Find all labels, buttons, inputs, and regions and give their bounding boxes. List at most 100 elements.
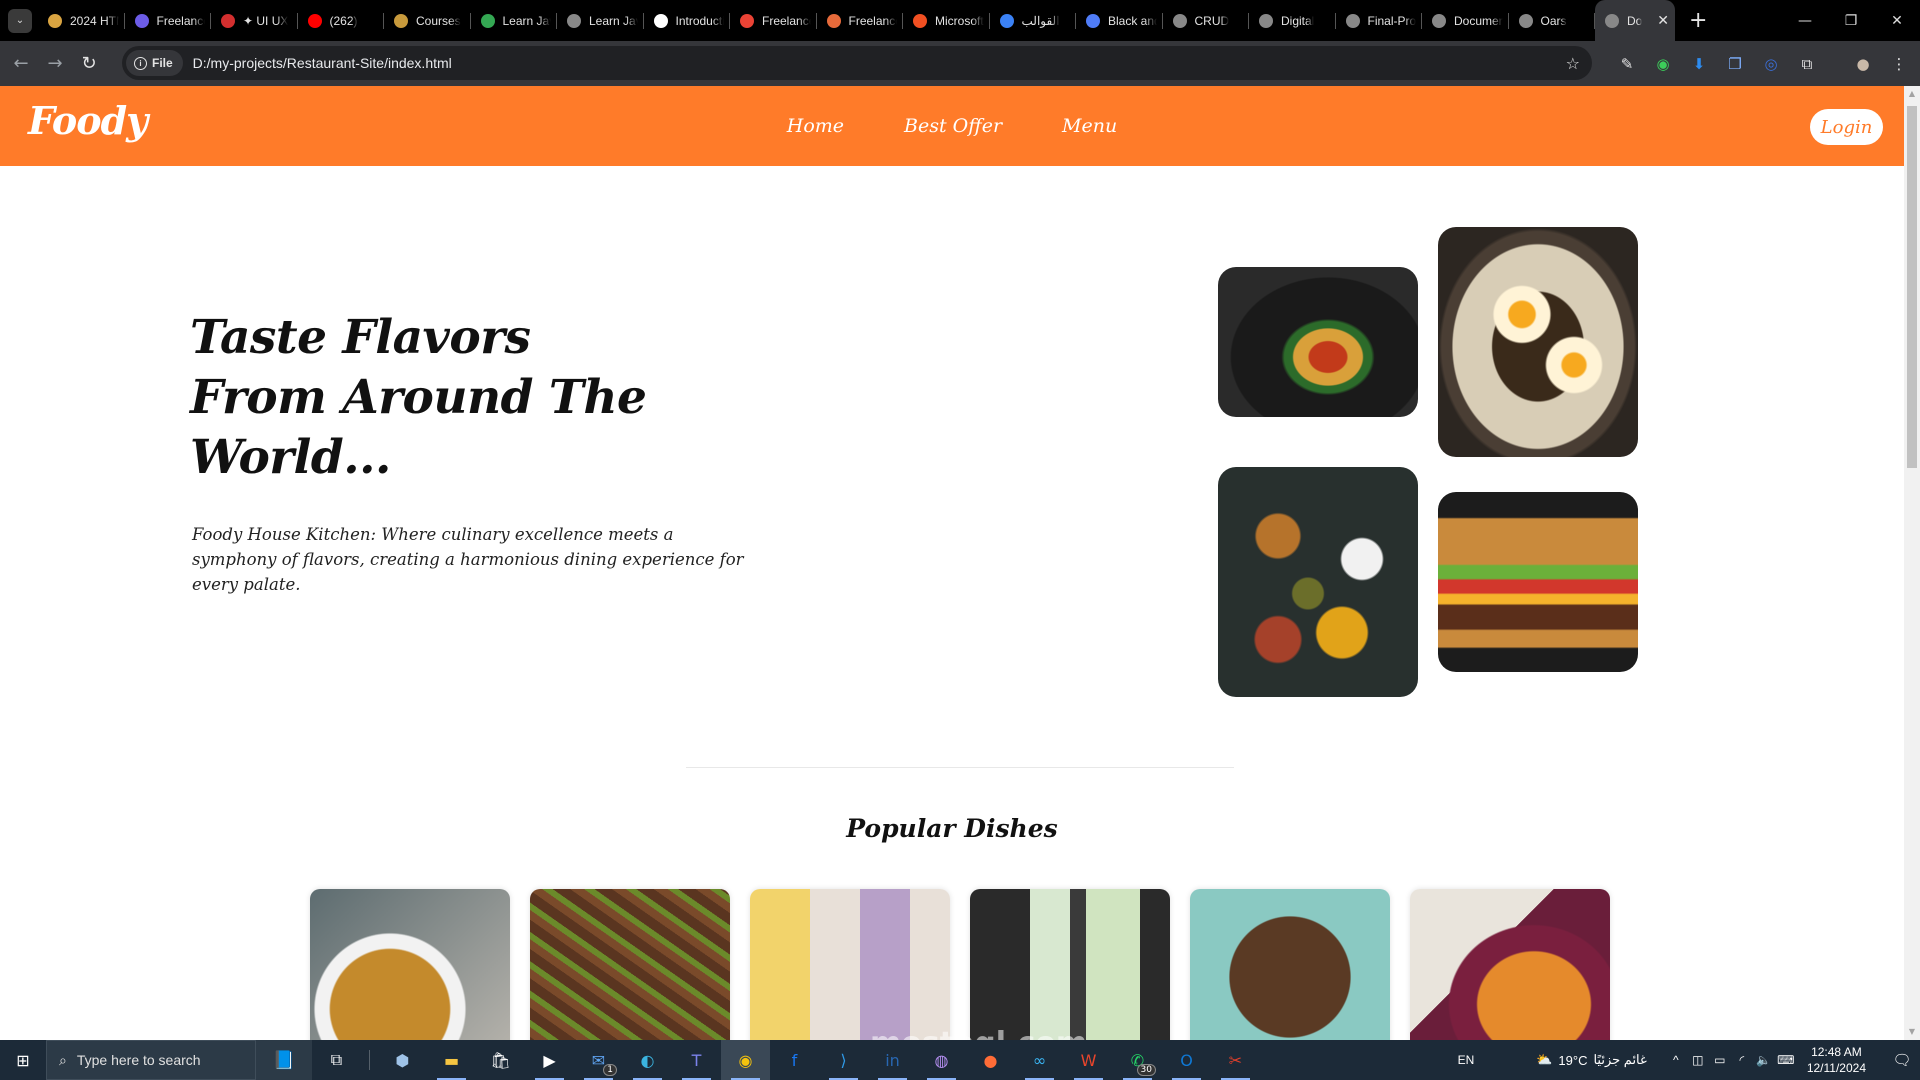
dish-card[interactable] [1410, 889, 1610, 1040]
time: 12:48 AM [1811, 1045, 1862, 1059]
tab-title: Learn JavaScript [502, 13, 552, 28]
hero-description: Foody House Kitchen: Where culinary exce… [192, 525, 744, 594]
browser-tab[interactable]: Oars [1509, 0, 1596, 41]
browser-tab[interactable]: Learn JavaScript [557, 0, 644, 41]
postman-icon[interactable]: ● [966, 1040, 1015, 1080]
edge-icon[interactable]: ◐ [623, 1040, 672, 1080]
language-indicator[interactable]: EN [1458, 1053, 1475, 1067]
browser-tab[interactable]: Learn JavaScript [471, 0, 558, 41]
copy-extension-icon[interactable]: ❐ [1720, 41, 1750, 86]
login-button[interactable]: Login [1810, 109, 1883, 145]
browser-tab[interactable]: (262) [298, 0, 385, 41]
tab-title: Introduction [675, 13, 725, 28]
whatsapp-icon[interactable]: ✆ 30 [1113, 1040, 1162, 1080]
browser-menu-icon[interactable]: ⋮ [1884, 41, 1914, 86]
media-player-icon[interactable]: ▶ [525, 1040, 574, 1080]
nav-menu[interactable]: Menu [1062, 115, 1117, 137]
notifications-icon[interactable]: 🗨 [1884, 1051, 1920, 1069]
hero-image-eggs [1438, 227, 1638, 457]
page-scrollbar[interactable]: ▲ ▼ [1904, 86, 1920, 1040]
scrollbar-thumb[interactable] [1907, 106, 1917, 468]
dish-card[interactable] [310, 889, 510, 1040]
info-icon: i [134, 56, 147, 70]
new-tab-button[interactable]: + [1689, 8, 1707, 33]
browser-tab[interactable]: Microsoft [903, 0, 990, 41]
close-window-button[interactable]: ✕ [1874, 0, 1920, 41]
dish-card[interactable] [970, 889, 1170, 1040]
weather-widget[interactable]: ⛅ 19°C غائم جزئيًا [1536, 1052, 1647, 1068]
shield-extension-icon[interactable]: ◎ [1756, 41, 1786, 86]
reload-button[interactable]: ↻ [72, 47, 106, 81]
browser-tab[interactable]: Digital [1249, 0, 1336, 41]
touch-keyboard-icon[interactable]: ⌨ [1775, 1053, 1797, 1067]
globe-icon [1345, 13, 1360, 28]
tab-title: Learn JavaScript [589, 13, 638, 28]
url-text[interactable]: D:/my-projects/Restaurant-Site/index.htm… [193, 55, 452, 71]
linkedin-icon[interactable]: in [868, 1040, 917, 1080]
microsoft-store-icon[interactable]: 🛍 [476, 1040, 525, 1080]
wifi-icon[interactable]: ◜ [1731, 1053, 1753, 1067]
tab-active[interactable]: Do ✕ [1595, 0, 1675, 41]
forward-button[interactable]: → [38, 47, 72, 81]
dish-card[interactable] [750, 889, 950, 1040]
scroll-down-arrow-icon[interactable]: ▼ [1904, 1024, 1920, 1040]
browser-tab[interactable]: Introduction [644, 0, 731, 41]
browser-tab[interactable]: القوالب [990, 0, 1077, 41]
mail-icon[interactable]: ✉ 1 [574, 1040, 623, 1080]
browser-tab[interactable]: Courses [384, 0, 471, 41]
wps-office-icon[interactable]: W [1064, 1040, 1113, 1080]
github-icon[interactable]: ◍ [917, 1040, 966, 1080]
show-hidden-icons-chevron-icon[interactable]: ^ [1665, 1053, 1687, 1067]
search-highlight-icon[interactable]: 📘 [256, 1040, 312, 1080]
clock[interactable]: 12:48 AM 12/11/2024 [1807, 1044, 1866, 1076]
profile-avatar[interactable]: ● [1848, 41, 1878, 86]
facebook-icon[interactable]: f [770, 1040, 819, 1080]
restore-button[interactable]: ❐ [1828, 0, 1874, 41]
extensions-puzzle-icon[interactable]: ⧉ [1792, 41, 1822, 86]
address-bar[interactable]: i File D:/my-projects/Restaurant-Site/in… [122, 46, 1592, 80]
dish-card[interactable] [1190, 889, 1390, 1040]
windows-start-button[interactable]: ⊞ [0, 1040, 46, 1080]
tab-search-button[interactable]: ⌄ [8, 8, 32, 33]
browser-tab[interactable]: Freelancer [817, 0, 904, 41]
browser-tab[interactable]: Black and [1076, 0, 1163, 41]
minimize-button[interactable]: — [1782, 0, 1828, 41]
eyedropper-extension-icon[interactable]: ✎ [1612, 41, 1642, 86]
teams-icon[interactable]: T [672, 1040, 721, 1080]
site-info-chip[interactable]: i File [126, 50, 183, 76]
browser-tab[interactable]: CRUD [1163, 0, 1250, 41]
webex-icon[interactable]: ∞ [1015, 1040, 1064, 1080]
browser-tab[interactable]: Document [1422, 0, 1509, 41]
browser-tab[interactable]: Freelancer [730, 0, 817, 41]
taskbar-search[interactable]: ⌕ Type here to search [46, 1040, 256, 1080]
outlook-icon[interactable]: O [1162, 1040, 1211, 1080]
snipping-tool-icon[interactable]: ✂ [1211, 1040, 1260, 1080]
close-tab-icon[interactable]: ✕ [1657, 12, 1669, 29]
search-icon: ⌕ [59, 1051, 67, 1068]
nav-home[interactable]: Home [787, 115, 844, 137]
file-explorer-icon[interactable]: ▬ [427, 1040, 476, 1080]
battery-icon[interactable]: ▭ [1709, 1053, 1731, 1067]
freelancer-icon [134, 13, 149, 28]
eye-extension-icon[interactable]: ◉ [1648, 41, 1678, 86]
chrome-icon[interactable]: ◉ [721, 1040, 770, 1080]
camera-icon[interactable]: ◫ [1687, 1053, 1709, 1067]
bookmark-star-icon[interactable]: ☆ [1566, 54, 1580, 73]
hero-title: Taste Flavors From Around The World... [190, 310, 647, 485]
weather-cloud-icon: ⛅ [1536, 1052, 1553, 1067]
virtualbox-icon[interactable]: ⬢ [378, 1040, 427, 1080]
windows-taskbar: ⊞ ⌕ Type here to search 📘 ⧉ ⬢ ▬ 🛍 ▶ ✉ 1 ◐… [0, 1040, 1920, 1080]
browser-tab[interactable]: ✦ UI UX [211, 0, 298, 41]
browser-tab[interactable]: Freelancer [125, 0, 212, 41]
back-button[interactable]: ← [4, 47, 38, 81]
nav-best-offer[interactable]: Best Offer [904, 115, 1002, 137]
dish-card[interactable] [530, 889, 730, 1040]
task-view-icon[interactable]: ⧉ [312, 1040, 361, 1080]
vscode-icon[interactable]: ⟩ [819, 1040, 868, 1080]
browser-tab[interactable]: 2024 HTML [38, 0, 125, 41]
volume-icon[interactable]: 🔈 [1753, 1053, 1775, 1067]
tab-list: 2024 HTML Freelancer ✦ UI UX (262) Courses Le… [38, 0, 1595, 41]
download-extension-icon[interactable]: ⬇ [1684, 41, 1714, 86]
scroll-up-arrow-icon[interactable]: ▲ [1904, 86, 1920, 102]
browser-tab[interactable]: Final-Project [1336, 0, 1423, 41]
